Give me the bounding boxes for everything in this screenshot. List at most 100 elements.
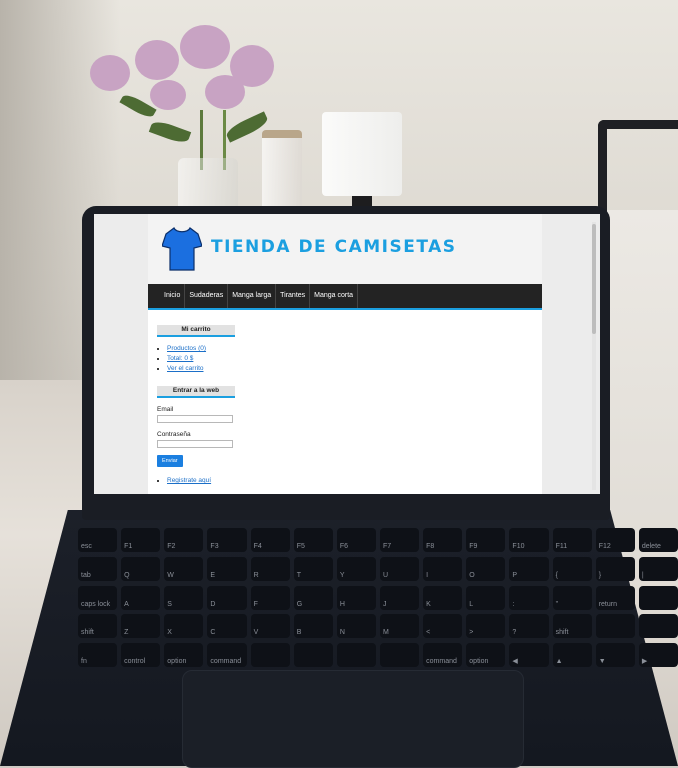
keyboard-key[interactable] — [250, 643, 290, 668]
keyboard-key[interactable]: esc — [78, 528, 118, 552]
keyboard-key[interactable]: P — [509, 556, 549, 581]
keyboard-key[interactable]: J — [379, 585, 420, 610]
nav-item-tirantes[interactable]: Tirantes — [276, 284, 311, 308]
keyboard-key[interactable]: tab — [78, 556, 118, 581]
keyboard-key[interactable]: | — [638, 556, 678, 581]
keyboard-key[interactable]: T — [293, 556, 333, 581]
site-title[interactable]: TIENDA DE CAMISETAS — [211, 237, 457, 257]
password-field[interactable] — [157, 440, 233, 448]
keyboard-key[interactable]: < — [423, 614, 463, 639]
keyboard-key[interactable]: U — [379, 556, 420, 581]
keyboard-key[interactable]: ◀ — [509, 643, 549, 668]
keyboard-key[interactable]: C — [207, 614, 247, 639]
flower — [90, 55, 130, 91]
keyboard-key[interactable]: F9 — [466, 528, 506, 552]
keyboard-key[interactable]: F10 — [509, 528, 549, 552]
keyboard-key[interactable]: A — [121, 585, 161, 610]
keyboard-key[interactable]: ? — [509, 614, 549, 639]
keyboard-key[interactable]: W — [164, 556, 204, 581]
keyboard-key[interactable]: R — [250, 556, 290, 581]
register-link[interactable]: Registrate aquí — [167, 477, 211, 484]
keyboard-key[interactable]: F — [250, 585, 290, 610]
keyboard-key[interactable]: delete — [638, 528, 678, 552]
keyboard-key[interactable]: { — [552, 556, 592, 581]
email-label: Email — [157, 406, 174, 413]
cart-products-link[interactable]: Productos (0) — [167, 345, 206, 352]
keyboard-key[interactable]: F7 — [379, 528, 420, 552]
keyboard-key[interactable]: F6 — [336, 528, 376, 552]
keyboard-key[interactable]: F8 — [423, 528, 463, 552]
keyboard-key[interactable]: L — [466, 585, 506, 610]
tshirt-icon[interactable] — [162, 226, 202, 272]
trackpad[interactable] — [182, 670, 524, 768]
keyboard-key[interactable]: command — [207, 643, 247, 668]
keyboard-key[interactable] — [379, 643, 420, 668]
keyboard-key[interactable]: K — [423, 585, 463, 610]
keyboard-key[interactable]: H — [336, 585, 376, 610]
keyboard-key[interactable]: F11 — [552, 528, 592, 552]
keyboard-key[interactable] — [638, 614, 678, 639]
nav-item-manga-larga[interactable]: Manga larga — [228, 284, 277, 308]
register-item: Registrate aquí — [167, 477, 235, 484]
keyboard-key[interactable]: control — [121, 643, 161, 668]
keyboard-key[interactable]: F1 — [121, 528, 161, 552]
keyboard-key[interactable]: N — [336, 614, 376, 639]
keyboard-key[interactable]: command — [423, 643, 463, 668]
keyboard-key[interactable]: M — [379, 614, 420, 639]
view-cart-link[interactable]: Ver el carrito — [167, 365, 204, 372]
keyboard-key[interactable]: F2 — [164, 528, 204, 552]
keyboard-key[interactable] — [336, 643, 376, 668]
keyboard-key[interactable]: : — [509, 585, 549, 610]
flower — [205, 75, 245, 109]
flower — [150, 80, 186, 110]
keyboard-key[interactable]: " — [552, 585, 592, 610]
keyboard-key[interactable] — [638, 585, 678, 610]
keyboard-key[interactable]: B — [293, 614, 333, 639]
keyboard-key[interactable]: S — [164, 585, 204, 610]
nav-item-inicio[interactable]: Inicio — [160, 284, 186, 308]
web-page: TIENDA DE CAMISETAS Inicio Sudaderas Man… — [148, 214, 542, 494]
keyboard-key[interactable]: V — [250, 614, 290, 639]
keyboard-key[interactable]: Y — [336, 556, 376, 581]
cart-view-item: Ver el carrito — [167, 365, 235, 372]
keyboard-key[interactable]: D — [207, 585, 247, 610]
keyboard-key[interactable]: return — [595, 585, 635, 610]
cart-title: Mi carrito — [157, 325, 235, 337]
keyboard-key[interactable]: Z — [121, 614, 161, 639]
keyboard-key[interactable]: fn — [78, 643, 118, 668]
keyboard-key[interactable]: ▼ — [595, 643, 635, 668]
submit-button[interactable]: Enviar — [157, 455, 183, 467]
keyboard-key[interactable]: shift — [78, 614, 118, 639]
nav-item-sudaderas[interactable]: Sudaderas — [185, 284, 229, 308]
keyboard-key[interactable]: X — [164, 614, 204, 639]
email-field[interactable] — [157, 415, 233, 423]
keyboard-key[interactable]: ▶ — [638, 643, 678, 668]
keyboard-key[interactable]: > — [466, 614, 506, 639]
keyboard-key[interactable] — [293, 643, 333, 668]
keyboard-key[interactable]: F5 — [293, 528, 333, 552]
cart-total-link[interactable]: Total: 0 $ — [167, 355, 193, 362]
keyboard-key[interactable]: ▲ — [552, 643, 592, 668]
scrollbar-thumb[interactable] — [592, 224, 596, 334]
keyboard-key[interactable]: caps lock — [78, 585, 118, 610]
keyboard-key[interactable]: shift — [552, 614, 592, 639]
keyboard-key[interactable]: I — [423, 556, 463, 581]
keyboard-key[interactable]: Q — [121, 556, 161, 581]
keyboard-key[interactable]: option — [164, 643, 204, 668]
flower — [180, 25, 230, 69]
keyboard-key[interactable]: F3 — [207, 528, 247, 552]
keyboard-key[interactable] — [595, 614, 635, 639]
keyboard-key[interactable]: O — [466, 556, 506, 581]
nav-item-manga-corta[interactable]: Manga corta — [310, 284, 359, 308]
keyboard-key[interactable]: E — [207, 556, 247, 581]
keyboard: esc F1 F2 F3 F4 F5 F6 F7 F8 F9 F10 F11 F12 delete tab Q… — [78, 528, 678, 668]
laptop-screen: TIENDA DE CAMISETAS Inicio Sudaderas Man… — [94, 214, 600, 494]
keyboard-key[interactable]: F12 — [595, 528, 635, 552]
cart-list: Productos (0) Total: 0 $ Ver el carrito — [157, 345, 235, 372]
candle-jar — [262, 130, 302, 218]
keyboard-key[interactable]: option — [466, 643, 506, 668]
keyboard-key[interactable]: G — [293, 585, 333, 610]
keyboard-key[interactable]: } — [595, 556, 635, 581]
keyboard-key[interactable]: F4 — [250, 528, 290, 552]
login-title: Entrar a la web — [157, 386, 235, 398]
